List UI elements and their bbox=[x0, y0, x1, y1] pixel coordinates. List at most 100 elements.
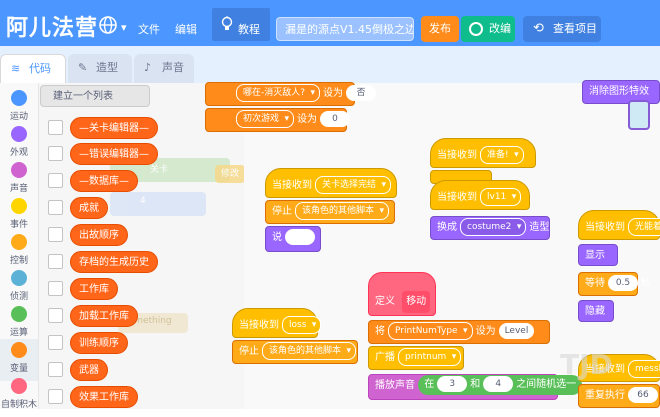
list-reporter[interactable]: —数据库— bbox=[70, 170, 138, 192]
list-checkbox[interactable] bbox=[48, 335, 63, 350]
block-text: 将 bbox=[375, 326, 385, 337]
list-checkbox[interactable] bbox=[48, 362, 63, 377]
tutorial-button[interactable]: 教程 bbox=[212, 8, 270, 41]
play-sound-block[interactable]: 播放声音 在 3 和 4 之间随机选一 bbox=[368, 374, 583, 400]
block-text: 换成 bbox=[437, 222, 457, 233]
list-reporter[interactable]: —错误编辑器— bbox=[70, 143, 158, 165]
block-text: 重复执行 bbox=[585, 390, 625, 401]
lightbulb-icon bbox=[221, 16, 233, 30]
when-receive-hat[interactable]: 当接收到 loss bbox=[232, 308, 322, 338]
define-name[interactable]: 移动 bbox=[402, 291, 431, 313]
when-receive-hat[interactable]: 当接收到 准备! bbox=[430, 138, 536, 168]
chevron-down-icon[interactable]: ▾ bbox=[121, 21, 127, 34]
repeat-block[interactable]: 重复执行66次 bbox=[578, 384, 660, 408]
stop-block[interactable]: 停止 该角色的其他脚本 bbox=[232, 340, 358, 364]
tab-sounds[interactable]: ♪ 声音 bbox=[134, 54, 194, 83]
value-input[interactable]: 否 bbox=[346, 85, 377, 101]
ghost-block: 4 bbox=[110, 192, 206, 216]
value-input[interactable]: 3 bbox=[437, 376, 468, 392]
variable-dropdown[interactable]: 哪在-消灭敌人? bbox=[236, 84, 321, 102]
tab-costumes-label: 造型 bbox=[96, 61, 118, 74]
value-input[interactable]: 0.5 bbox=[608, 275, 638, 291]
category-dot bbox=[11, 126, 27, 142]
message-dropdown[interactable]: lv11 bbox=[480, 188, 522, 206]
list-checkbox[interactable] bbox=[48, 281, 63, 296]
list-reporter[interactable]: 出故顺序 bbox=[70, 224, 128, 246]
list-reporter[interactable]: 武器 bbox=[70, 359, 108, 381]
block-text: 和 bbox=[470, 379, 481, 390]
ghost-text: 关卡 bbox=[150, 165, 169, 175]
value-input[interactable]: Level bbox=[498, 323, 535, 339]
tutorial-label: 教程 bbox=[238, 23, 260, 36]
remix-button[interactable]: 改编 bbox=[461, 16, 515, 42]
set-variable-block[interactable]: 哪在-消灭敌人?设为否 bbox=[205, 82, 377, 106]
list-checkbox[interactable] bbox=[48, 146, 63, 161]
variable-dropdown[interactable]: 初次游戏 bbox=[236, 110, 295, 128]
message-dropdown[interactable]: loss bbox=[282, 316, 322, 334]
variable-dropdown[interactable]: PrintNumType bbox=[388, 322, 473, 340]
broadcast-dropdown[interactable]: printnum bbox=[398, 348, 462, 366]
category-label: 控制 bbox=[9, 256, 28, 266]
list-checkbox[interactable] bbox=[48, 389, 63, 404]
sprite-thumbnail[interactable] bbox=[628, 100, 650, 130]
list-reporter[interactable]: 工作库 bbox=[70, 278, 118, 300]
ghost-text: 修改 bbox=[221, 169, 240, 179]
language-globe-icon[interactable] bbox=[98, 15, 118, 35]
view-project-button[interactable]: ⟲ 查看项目 bbox=[523, 16, 601, 42]
list-checkbox[interactable] bbox=[48, 200, 63, 215]
tab-code[interactable]: ≋ 代码 bbox=[0, 54, 66, 83]
message-dropdown[interactable]: 关卡选择完结 bbox=[315, 176, 392, 194]
watermark: TJD bbox=[560, 348, 613, 381]
list-reporter[interactable]: 训练顺序 bbox=[70, 332, 128, 354]
ghost-text: 4 bbox=[140, 196, 146, 206]
menu-file[interactable]: 文件 bbox=[138, 21, 160, 37]
stop-dropdown[interactable]: 该角色的其他脚本 bbox=[295, 202, 390, 220]
brand-logo[interactable]: 阿儿法营 bbox=[6, 10, 98, 42]
block-text: 等待 bbox=[585, 278, 605, 289]
set-variable-block[interactable]: 将PrintNumType设为Level bbox=[368, 320, 550, 344]
list-reporter[interactable]: 成就 bbox=[70, 197, 108, 219]
value-input[interactable]: 4 bbox=[483, 376, 514, 392]
list-checkbox[interactable] bbox=[48, 254, 63, 269]
category-my-blocks[interactable]: 自制积木 bbox=[0, 375, 38, 417]
value-input[interactable]: 66 bbox=[628, 387, 658, 403]
when-receive-hat[interactable]: 当接收到 lv11 bbox=[430, 180, 530, 210]
tab-costumes[interactable]: ✎ 造型 bbox=[68, 54, 132, 83]
say-input[interactable] bbox=[285, 229, 315, 245]
message-dropdown[interactable]: messleve bbox=[628, 360, 660, 378]
costume-dropdown[interactable]: costume2 bbox=[460, 218, 527, 236]
category-label: 运动 bbox=[9, 112, 28, 122]
show-block[interactable]: 显示 bbox=[578, 244, 618, 266]
say-block[interactable]: 说 bbox=[265, 226, 321, 252]
message-dropdown[interactable]: 准备! bbox=[480, 146, 524, 164]
list-checkbox[interactable] bbox=[48, 173, 63, 188]
list-reporter[interactable]: 加载工作库 bbox=[70, 305, 138, 327]
list-checkbox[interactable] bbox=[48, 227, 63, 242]
wait-block[interactable]: 等待 0.5 秒 bbox=[578, 272, 651, 296]
list-checkbox[interactable] bbox=[48, 120, 63, 135]
hide-block[interactable]: 隐藏 bbox=[578, 300, 614, 322]
list-reporter[interactable]: 效果工作库 bbox=[70, 386, 138, 408]
when-receive-hat[interactable]: 当接收到 关卡选择完结 bbox=[265, 168, 397, 198]
block-text: 停止 bbox=[239, 346, 259, 357]
list-reporter[interactable]: 存档的生成历史 bbox=[70, 251, 158, 273]
when-receive-hat[interactable]: 当接收到光能着陆 bbox=[578, 210, 660, 240]
set-variable-block[interactable]: 初次游戏设为0 bbox=[205, 108, 351, 132]
value-input[interactable]: 0 bbox=[320, 111, 351, 127]
list-reporter[interactable]: —关卡编辑器— bbox=[70, 117, 158, 139]
menu-edit[interactable]: 编辑 bbox=[175, 21, 197, 37]
list-checkbox[interactable] bbox=[48, 308, 63, 323]
stop-block[interactable]: 停止 该角色的其他脚本 bbox=[265, 200, 395, 224]
category-label: 声音 bbox=[9, 184, 28, 194]
message-dropdown[interactable]: 光能着陆 bbox=[628, 218, 660, 236]
random-reporter[interactable]: 在 3 和 4 之间随机选一 bbox=[418, 375, 583, 395]
block-text: 设为 bbox=[323, 88, 344, 99]
publish-button[interactable]: 发布 bbox=[421, 16, 459, 42]
switch-costume-block[interactable]: 换成costume2造型 bbox=[430, 216, 550, 240]
broadcast-block[interactable]: 广播 printnum bbox=[368, 346, 464, 370]
project-title-input[interactable]: 漏是的源点V1.45倒极之边 bbox=[276, 17, 414, 41]
stop-dropdown[interactable]: 该角色的其他脚本 bbox=[262, 342, 357, 360]
make-list-button[interactable]: 建立一个列表 bbox=[40, 85, 150, 107]
block-text: 在 bbox=[424, 379, 435, 390]
define-block[interactable]: 定义 移动 bbox=[368, 272, 436, 316]
